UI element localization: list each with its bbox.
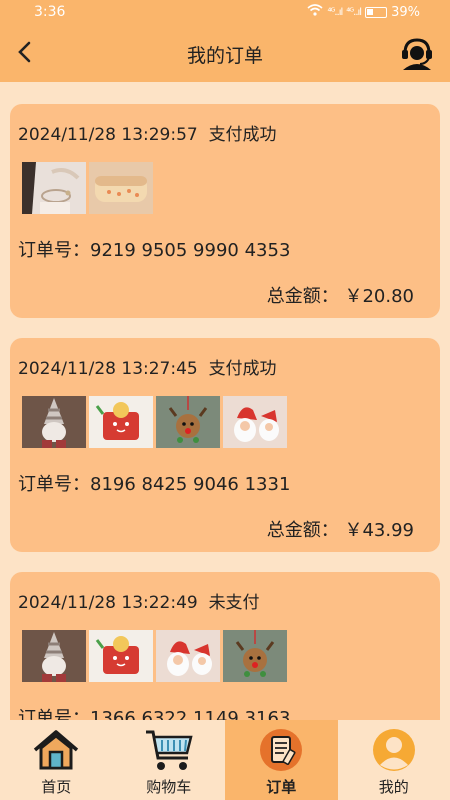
order-datetime: 2024/11/28 13:22:49 — [18, 593, 198, 613]
profile-icon — [369, 728, 419, 772]
order-total: ￥43.99 — [344, 520, 414, 541]
order-datetime: 2024/11/28 13:29:57 — [18, 125, 198, 145]
order-total-label: 总金额： — [266, 286, 339, 307]
product-thumbnails — [22, 630, 287, 682]
order-number-row: 订单号：9219 9505 9990 4353 — [18, 236, 290, 262]
battery-level: 39% — [391, 4, 420, 20]
order-number-row: 订单号：1366 6322 1149 3163 — [18, 704, 290, 720]
customer-service-icon[interactable] — [398, 34, 436, 72]
tab-cart-label: 购物车 — [146, 778, 192, 796]
tab-cart[interactable]: 购物车 — [113, 720, 226, 800]
page-title: 我的订单 — [186, 45, 263, 67]
battery-icon — [365, 6, 388, 18]
order-datetime-status: 2024/11/28 13:27:45 支付成功 — [18, 354, 277, 379]
order-number-label: 订单号： — [18, 708, 90, 720]
reindeer-ornament-photo — [156, 396, 220, 448]
cart-icon — [144, 728, 194, 772]
bracelet-photo — [22, 162, 86, 214]
tab-home[interactable]: 首页 — [0, 720, 113, 800]
order-number: 1366 6322 1149 3163 — [90, 708, 291, 720]
order-datetime: 2024/11/28 13:27:45 — [18, 359, 198, 379]
order-status: 支付成功 — [208, 359, 277, 379]
tab-profile-label: 我的 — [378, 778, 409, 796]
order-datetime-status: 2024/11/28 13:22:49 未支付 — [18, 588, 260, 613]
order-total-label: 总金额： — [266, 520, 339, 541]
product-thumbnails — [22, 162, 153, 214]
order-total-row: 总金额： ￥20.80 — [267, 282, 414, 308]
signal-2-icon: ⁴ᴳ..ıl — [346, 6, 362, 18]
order-icon — [256, 728, 306, 772]
red-bag-photo — [89, 396, 153, 448]
order-card[interactable]: 2024/11/28 13:27:45 支付成功 订单号：8196 8425 9… — [10, 338, 440, 552]
status-time: 3:36 — [34, 4, 66, 20]
product-thumbnails — [22, 396, 287, 448]
order-number: 9219 9505 9990 4353 — [90, 240, 291, 261]
header: 我的订单 — [0, 26, 450, 82]
order-list[interactable]: 2024/11/28 13:29:57 支付成功 订单号：9219 9505 9… — [0, 82, 450, 720]
tab-orders-label: 订单 — [266, 778, 297, 796]
pencil-case-photo — [89, 162, 153, 214]
tab-orders[interactable]: 订单 — [225, 720, 338, 800]
tab-home-label: 首页 — [41, 778, 72, 796]
santa-ornament-photo — [223, 396, 287, 448]
order-number-label: 订单号： — [18, 240, 90, 261]
gnome-ornament-photo — [22, 630, 86, 682]
order-total: ￥20.80 — [344, 286, 414, 307]
red-bag-photo — [89, 630, 153, 682]
home-icon — [31, 728, 81, 772]
signal-1-icon: ⁴ᴳ..ıl — [327, 6, 343, 18]
order-card[interactable]: 2024/11/28 13:22:49 未支付 订单号：1366 6322 11… — [10, 572, 440, 720]
reindeer-ornament-photo — [223, 630, 287, 682]
status-icons: ⁴ᴳ..ıl ⁴ᴳ..ıl 39% — [307, 4, 420, 20]
wifi-icon — [307, 4, 323, 20]
bottom-tab-bar: 首页 购物车 订单 我的 — [0, 720, 450, 800]
order-card[interactable]: 2024/11/28 13:29:57 支付成功 订单号：9219 9505 9… — [10, 104, 440, 318]
order-number-label: 订单号： — [18, 474, 90, 495]
order-number: 8196 8425 9046 1331 — [90, 474, 291, 495]
order-datetime-status: 2024/11/28 13:29:57 支付成功 — [18, 120, 277, 145]
gnome-ornament-photo — [22, 396, 86, 448]
order-total-row: 总金额： ￥43.99 — [267, 516, 414, 542]
order-status: 支付成功 — [208, 125, 277, 145]
tab-profile[interactable]: 我的 — [338, 720, 450, 800]
order-number-row: 订单号：8196 8425 9046 1331 — [18, 470, 290, 496]
status-bar: 3:36 ⁴ᴳ..ıl ⁴ᴳ..ıl 39% — [0, 0, 450, 26]
santa-ornament-photo — [156, 630, 220, 682]
order-status: 未支付 — [208, 593, 260, 613]
